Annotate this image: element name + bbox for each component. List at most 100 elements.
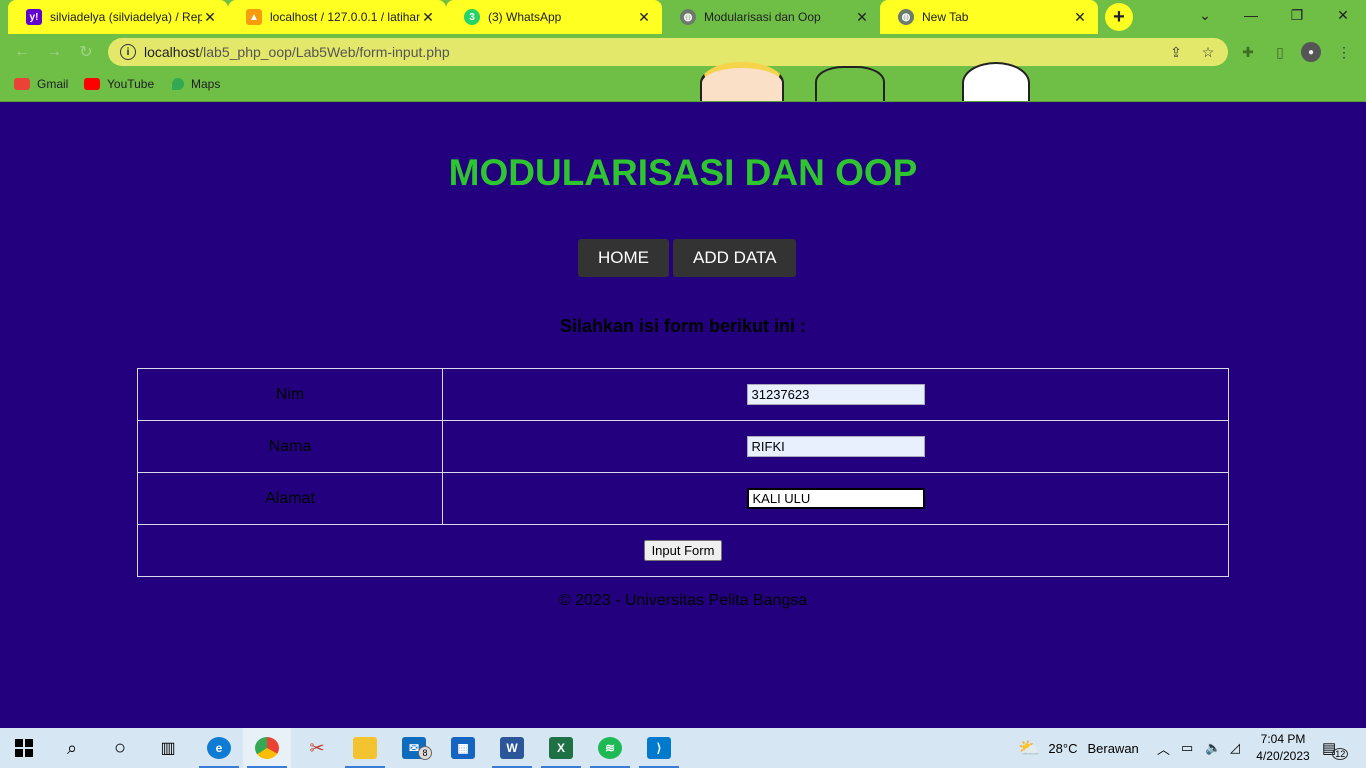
tab-strip: y! silviadelya (silviadelya) / Repo ✕ ▲ … [0,0,1366,34]
bookmark-label: Gmail [37,77,69,91]
weather-text: Berawan [1087,740,1139,756]
new-tab-button[interactable]: + [1105,3,1133,31]
close-icon[interactable]: ✕ [1072,9,1088,26]
system-clock[interactable]: 7:04 PM 4/20/2023 [1252,731,1314,765]
store-icon[interactable]: ▦ [439,728,487,768]
volume-icon[interactable]: 🔈 [1205,728,1221,768]
word-icon[interactable]: W [488,728,536,768]
bookmark-label: YouTube [107,77,155,91]
main-menu: HOME ADD DATA [578,239,797,277]
nama-field[interactable] [746,436,925,457]
table-row: Nama [137,420,1229,473]
tab-title: localhost / 127.0.0.1 / latihan [270,10,420,24]
nim-field[interactable] [746,384,925,405]
reload-icon[interactable]: ↻ [74,40,98,64]
maps-icon [172,78,184,90]
theme-artwork [670,34,1070,106]
search-icon[interactable]: ⌕ [48,728,96,768]
file-explorer-icon[interactable] [341,728,389,768]
submit-cell: Input Form [137,524,1229,577]
task-view-icon[interactable]: ▥ [144,728,192,768]
share-icon[interactable]: ⇪ [1166,42,1186,62]
mail-badge: 8 [418,746,432,760]
globe-icon: ◍ [680,9,696,25]
spotify-icon[interactable]: ≋ [586,728,634,768]
vscode-icon[interactable]: ⟩ [635,728,683,768]
bookmark-youtube[interactable]: YouTube [84,77,154,91]
cortana-icon[interactable]: ○ [96,728,144,768]
input-form-button[interactable]: Input Form [643,540,723,561]
side-panel-icon[interactable]: ▯ [1270,42,1290,62]
form-instruction: Silahkan isi form berikut ini : [559,316,807,336]
close-icon[interactable]: ✕ [636,9,652,26]
tab-title: Modularisasi dan Oop [704,10,821,24]
nama-label: Nama [137,420,443,473]
url-host: localhost [144,44,200,60]
table-row: Input Form [137,524,1229,577]
weather-temp: 28°C [1048,740,1078,756]
weather-widget[interactable]: ⛅ 28°C Berawan [1018,728,1139,768]
tab-github[interactable]: y! silviadelya (silviadelya) / Repo ✕ [8,0,228,34]
input-form-table: Nim Nama Alamat Input Form [137,368,1229,577]
cartoon-arms [815,66,885,106]
alamat-cell [442,472,1229,525]
extensions-icon[interactable]: ✚ [1238,42,1258,62]
notification-center-icon[interactable]: ▤ 12 [1322,728,1349,768]
tab-phpmyadmin[interactable]: ▲ localhost / 127.0.0.1 / latihan ✕ [228,0,446,34]
page-content: MODULARISASI DAN OOP HOME ADD DATA Silah… [0,102,1366,728]
yahoo-icon: y! [26,9,42,25]
excel-icon[interactable]: X [537,728,585,768]
start-button[interactable] [0,728,48,768]
restore-button[interactable]: ❐ [1274,0,1320,30]
menu-home-link[interactable]: HOME [578,239,669,277]
close-icon[interactable]: ✕ [202,9,218,26]
forward-arrow-icon[interactable]: → [42,40,66,64]
star-icon[interactable]: ☆ [1198,42,1218,62]
cloud-sun-icon: ⛅ [1018,737,1041,758]
minimize-button[interactable]: — [1228,0,1274,30]
tab-search-chevron-icon[interactable]: ⌄ [1182,0,1228,30]
close-icon[interactable]: ✕ [420,9,436,26]
nama-cell [442,420,1229,473]
tab-title: New Tab [922,10,969,24]
avatar[interactable]: ● [1301,42,1321,62]
tab-title: (3) WhatsApp [488,10,562,24]
chevron-up-icon[interactable]: ︿ [1157,728,1170,768]
wifi-icon[interactable]: ◿ [1230,728,1240,768]
tab-whatsapp[interactable]: 3 (3) WhatsApp ✕ [446,0,662,34]
alamat-field[interactable] [746,488,925,509]
info-icon[interactable]: i [120,44,136,60]
youtube-icon [84,78,100,90]
menu-kebab-icon[interactable]: ⋮ [1334,42,1354,62]
page-title: MODULARISASI DAN OOP [448,152,918,193]
edge-icon[interactable]: e [195,728,243,768]
tab-modularisasi[interactable]: ◍ Modularisasi dan Oop ✕ [662,0,880,34]
tab-title: silviadelya (silviadelya) / Repo [50,10,202,24]
back-arrow-icon[interactable]: ← [10,40,34,64]
cartoon-face-left [700,62,784,104]
whatsapp-icon: 3 [464,9,480,25]
bookmark-gmail[interactable]: Gmail [14,77,68,91]
close-icon[interactable]: ✕ [854,9,870,26]
close-window-button[interactable]: ✕ [1320,0,1366,30]
phpmyadmin-icon: ▲ [246,9,262,25]
bookmark-label: Maps [191,77,221,91]
nim-cell [442,368,1229,421]
windows-logo-icon [15,739,33,757]
url-path: /lab5_php_oop/Lab5Web/form-input.php [199,44,450,60]
tab-new-tab[interactable]: ◍ New Tab ✕ [880,0,1098,34]
table-row: Alamat [137,472,1229,525]
page-footer: © 2023 - Universitas Pelita Bangsa [558,592,808,609]
menu-add-data-link[interactable]: ADD DATA [673,239,797,277]
snipping-tool-icon[interactable]: ✂ [293,728,341,768]
gmail-icon [14,78,30,90]
battery-icon[interactable]: ▭ [1181,728,1193,768]
alamat-label: Alamat [137,472,443,525]
chrome-icon[interactable] [243,728,291,768]
table-row: Nim [137,368,1229,421]
bookmark-maps[interactable]: Maps [172,77,220,91]
mail-icon[interactable]: ✉ 8 [390,728,438,768]
nim-label: Nim [137,368,443,421]
clock-time: 7:04 PM [1260,732,1306,746]
notification-count: 12 [1332,748,1349,760]
